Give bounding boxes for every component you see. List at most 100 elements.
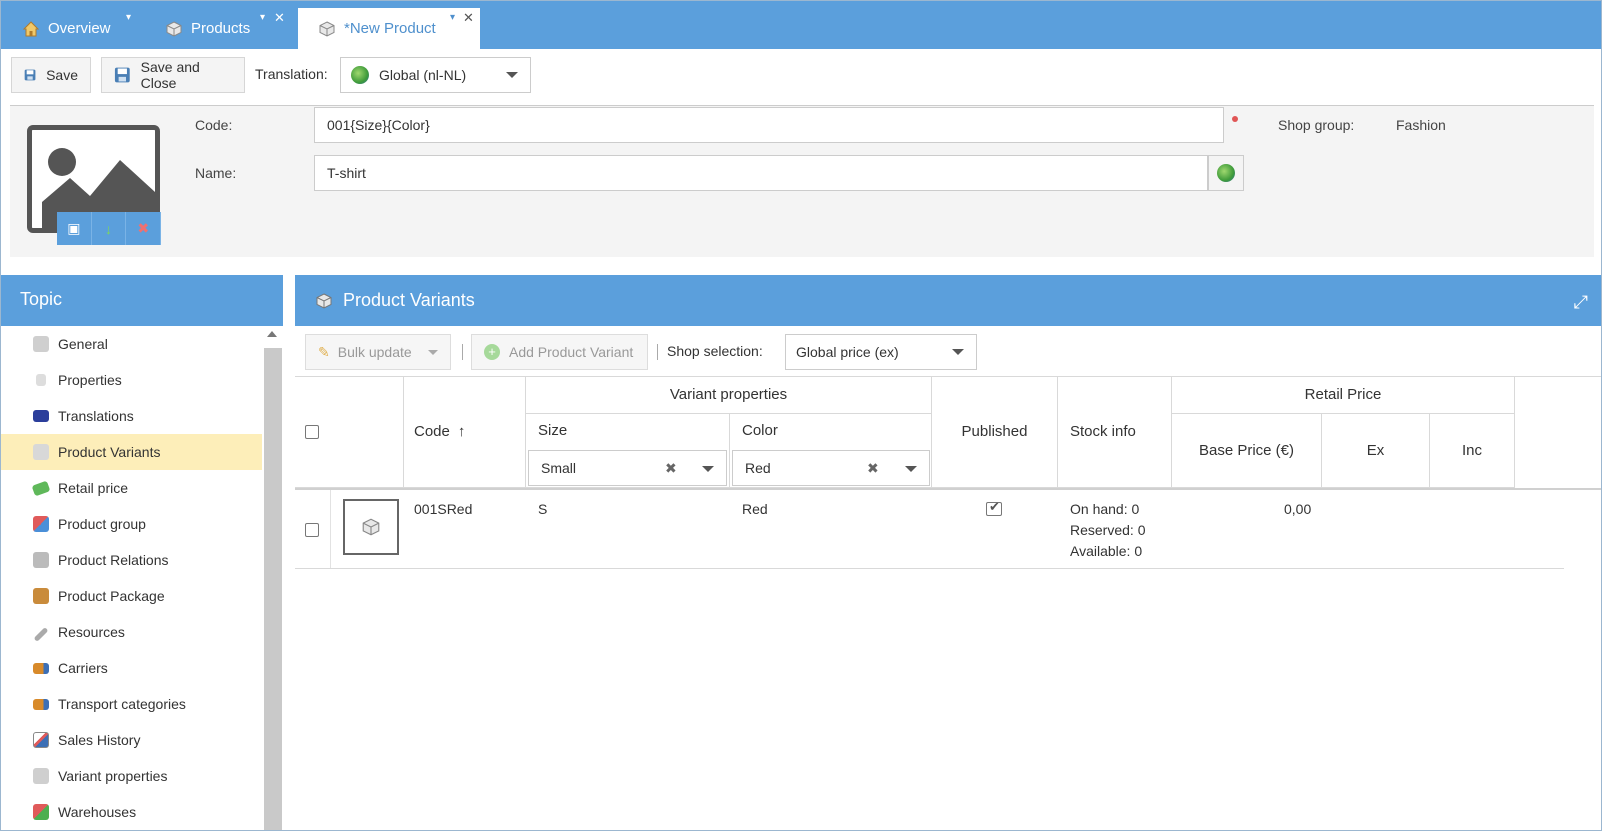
- floppy-icon: [114, 67, 130, 83]
- column-group-retail-price: Retail Price: [1172, 376, 1515, 414]
- delete-icon: ✖: [137, 220, 150, 236]
- home-icon: [22, 20, 40, 38]
- column-stock-info[interactable]: Stock info: [1058, 376, 1172, 488]
- tab-new-product[interactable]: *New Product ▾ ✕: [298, 8, 480, 49]
- sidebar-item-translations[interactable]: Translations: [0, 398, 262, 434]
- stock-on-hand: On hand: 0: [1070, 501, 1140, 517]
- add-product-variant-button[interactable]: + Add Product Variant: [471, 334, 648, 370]
- property-icon: [36, 374, 46, 386]
- row-checkbox[interactable]: [305, 523, 319, 537]
- name-input[interactable]: T-shirt: [314, 155, 1208, 191]
- color-filter[interactable]: Red ✖: [732, 450, 930, 486]
- chevron-down-icon[interactable]: [702, 466, 714, 472]
- tab-menu-icon[interactable]: ▾: [450, 12, 455, 23]
- sidebar-item-sales-history[interactable]: Sales History: [0, 722, 262, 758]
- sidebar-item-resources[interactable]: Resources: [0, 614, 262, 650]
- sidebar-item-label: Warehouses: [58, 804, 137, 820]
- sidebar-item-properties[interactable]: Properties: [0, 362, 262, 398]
- arrow-down-icon: ↓: [105, 220, 112, 237]
- name-translation-button[interactable]: [1208, 155, 1244, 191]
- shop-selection-select[interactable]: Global price (ex): [785, 334, 977, 370]
- published-checkbox[interactable]: ✔: [986, 499, 1002, 516]
- tab-overview-label: Overview: [48, 20, 111, 37]
- sidebar-item-label: Product Variants: [58, 444, 161, 460]
- sidebar-item-product-variants[interactable]: Product Variants: [0, 434, 262, 470]
- globe-icon: [351, 66, 369, 84]
- cubes-icon: [33, 768, 49, 784]
- translation-label: Translation:: [255, 66, 328, 82]
- sidebar-item-label: Product Package: [58, 588, 165, 604]
- sidebar-item-label: Carriers: [58, 660, 108, 676]
- clear-icon[interactable]: ✖: [665, 460, 677, 477]
- translation-select[interactable]: Global (nl-NL): [340, 57, 531, 93]
- base-price-value: 0,00: [1284, 501, 1312, 517]
- close-icon[interactable]: ✕: [274, 10, 285, 26]
- save-button[interactable]: Save: [11, 57, 91, 93]
- save-and-close-button[interactable]: Save and Close: [101, 57, 245, 93]
- sidebar-item-retail-price[interactable]: Retail price: [0, 470, 262, 506]
- attachment-icon: [33, 626, 49, 642]
- column-code[interactable]: Code ↑: [404, 376, 526, 488]
- column-base-price[interactable]: Base Price (€): [1172, 414, 1322, 488]
- column-group-variant-properties: Variant properties: [526, 376, 932, 414]
- code-input[interactable]: 001{Size}{Color}: [314, 107, 1224, 143]
- save-and-close-label: Save and Close: [140, 59, 200, 91]
- clear-icon[interactable]: ✖: [867, 460, 879, 477]
- color-filter-value: Red: [745, 460, 771, 476]
- sidebar-topic-list: General Properties Translations Product …: [0, 326, 262, 831]
- scroll-up-icon[interactable]: [267, 331, 277, 337]
- flag-icon: [33, 410, 49, 422]
- shop-group-label: Shop group:: [1278, 117, 1355, 133]
- cube-icon: [362, 518, 380, 536]
- upload-image-button[interactable]: ▣: [57, 212, 92, 245]
- money-icon: [31, 480, 51, 496]
- column-published[interactable]: Published: [932, 376, 1058, 488]
- sidebar-item-product-package[interactable]: Product Package: [0, 578, 262, 614]
- tab-menu-icon[interactable]: ▾: [260, 12, 265, 23]
- cube-icon: [318, 20, 336, 38]
- bulk-update-button[interactable]: ✎ Bulk update: [305, 334, 451, 370]
- image-actions: ▣ ↓ ✖: [57, 212, 162, 245]
- sidebar-scrollbar-thumb[interactable]: [264, 348, 282, 831]
- code-label: Code:: [195, 117, 233, 133]
- expand-icon[interactable]: ⤢: [1574, 292, 1588, 313]
- delete-image-button[interactable]: ✖: [126, 212, 162, 245]
- tab-products-label: Products: [191, 20, 251, 37]
- variants-title: Product Variants: [343, 290, 475, 310]
- variant-code: 001SRed: [414, 501, 473, 517]
- tab-menu-icon[interactable]: ▾: [126, 12, 131, 23]
- variant-color: Red: [742, 501, 768, 517]
- tab-overview[interactable]: Overview ▾: [2, 8, 145, 49]
- chevron-down-icon[interactable]: [905, 466, 917, 472]
- relations-icon: [33, 552, 49, 568]
- column-variant-properties-label: Variant properties: [669, 386, 788, 403]
- select-all-checkbox[interactable]: [305, 424, 319, 439]
- sidebar-item-carriers[interactable]: Carriers: [0, 650, 262, 686]
- download-image-button[interactable]: ↓: [91, 212, 127, 245]
- chart-icon: [33, 732, 49, 748]
- sidebar-item-product-relations[interactable]: Product Relations: [0, 542, 262, 578]
- truck-icon: [33, 662, 49, 674]
- sidebar-item-transport-categories[interactable]: Transport categories: [0, 686, 262, 722]
- tab-bar: Overview ▾ Products ▾ ✕ *New Product ▾ ✕: [0, 0, 1602, 49]
- toolbar-separator: [462, 344, 463, 360]
- sidebar-item-warehouses[interactable]: Warehouses: [0, 794, 262, 830]
- shop-selection-label: Shop selection:: [667, 343, 763, 359]
- close-icon[interactable]: ✕: [463, 10, 474, 26]
- size-filter[interactable]: Small ✖: [528, 450, 727, 486]
- column-stock-info-label: Stock info: [1070, 423, 1136, 440]
- column-ex[interactable]: Ex: [1322, 414, 1430, 488]
- variants-panel-header: Product Variants ⤢: [295, 275, 1602, 326]
- sidebar-item-product-group[interactable]: Product group: [0, 506, 262, 542]
- sidebar-item-label: Product group: [58, 516, 146, 532]
- tab-products[interactable]: Products ▾ ✕: [145, 8, 291, 49]
- column-inc-label: Inc: [1461, 442, 1482, 459]
- sidebar-item-general[interactable]: General: [0, 326, 262, 362]
- sidebar-item-variant-properties[interactable]: Variant properties: [0, 758, 262, 794]
- column-inc[interactable]: Inc: [1430, 414, 1515, 488]
- sidebar-item-label: Variant properties: [58, 768, 168, 784]
- add-variant-label: Add Product Variant: [509, 344, 634, 360]
- column-published-label: Published: [961, 423, 1028, 440]
- toolbar: Save Save and Close Translation: Global …: [0, 49, 1602, 105]
- warehouse-icon: [33, 804, 49, 820]
